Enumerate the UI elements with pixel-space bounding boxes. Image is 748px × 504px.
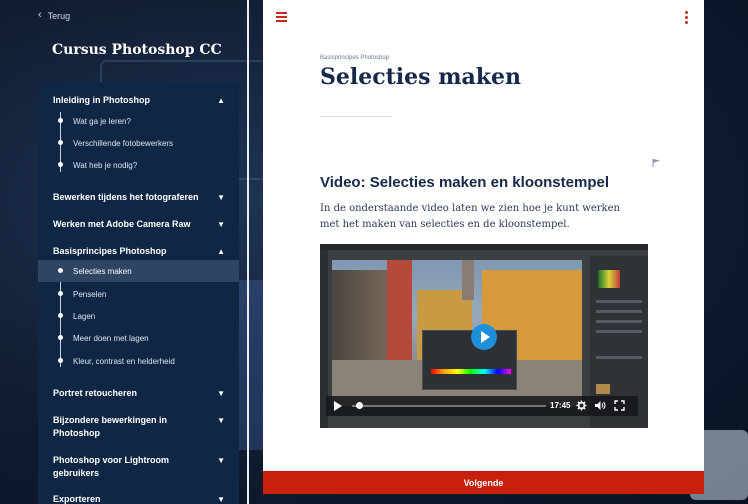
nav-section-camera-raw[interactable]: Werken met Adobe Camera Raw ▼ bbox=[53, 218, 239, 231]
nav-item-selecties-maken[interactable]: Selecties maken bbox=[38, 260, 239, 282]
chevron-down-icon: ▼ bbox=[217, 389, 225, 398]
sidebar-divider bbox=[247, 0, 249, 504]
nav-item-meer-doen-met-lagen[interactable]: Meer doen met lagen bbox=[38, 327, 239, 349]
fullscreen-icon[interactable] bbox=[614, 400, 625, 411]
chevron-up-icon: ▲ bbox=[217, 96, 225, 105]
video-building bbox=[387, 260, 412, 370]
nav-item-penselen[interactable]: Penselen bbox=[38, 283, 239, 305]
nav-item-label: Kleur, contrast en helderheid bbox=[73, 356, 175, 366]
nav-section-label: Bijzondere bewerkingen in Photoshop bbox=[53, 415, 168, 438]
breadcrumb: Basisprincipes Photoshop bbox=[320, 55, 390, 61]
nav-section-label: Bewerken tijdens het fotograferen bbox=[53, 192, 199, 202]
video-progress-knob[interactable] bbox=[355, 402, 363, 409]
nav-item-kleur-contrast[interactable]: Kleur, contrast en helderheid bbox=[38, 350, 239, 372]
nav-section-label: Exporteren bbox=[53, 494, 101, 504]
video-layer-thumb bbox=[596, 384, 610, 394]
course-nav: Inleiding in Photoshop ▲ Wat ga je leren… bbox=[38, 82, 239, 504]
nav-item-wat-heb-je-nodig[interactable]: Wat heb je nodig? bbox=[38, 154, 239, 176]
play-icon[interactable] bbox=[334, 401, 342, 411]
chevron-up-icon: ▲ bbox=[217, 247, 225, 256]
nav-item-lagen[interactable]: Lagen bbox=[38, 305, 239, 327]
next-button[interactable]: Volgende bbox=[263, 471, 704, 494]
video-duration: 17:45 bbox=[550, 401, 571, 410]
title-divider bbox=[320, 116, 392, 117]
chevron-down-icon: ▼ bbox=[217, 220, 225, 229]
nav-item-label: Lagen bbox=[73, 311, 96, 321]
volume-icon[interactable] bbox=[594, 400, 606, 411]
section-title: Video: Selecties maken en kloonstempel bbox=[320, 174, 609, 191]
nav-section-bijzondere[interactable]: Bijzondere bewerkingen in Photoshop ▼ bbox=[53, 414, 225, 440]
nav-section-basisprincipes[interactable]: Basisprincipes Photoshop ▲ bbox=[53, 245, 239, 258]
nav-section-lightroom[interactable]: Photoshop voor Lightroom gebruikers ▼ bbox=[53, 454, 225, 480]
nav-item-label: Verschillende fotobewerkers bbox=[73, 138, 174, 148]
nav-item-fotobewerkers[interactable]: Verschillende fotobewerkers bbox=[38, 132, 239, 154]
nav-section-label: Portret retoucheren bbox=[53, 388, 138, 398]
nav-section-exporteren[interactable]: Exporteren ▼ bbox=[53, 493, 239, 504]
menu-icon[interactable] bbox=[276, 12, 287, 22]
nav-section-label: Inleiding in Photoshop bbox=[53, 95, 150, 105]
chevron-down-icon: ▼ bbox=[217, 193, 225, 202]
nav-section-label: Werken met Adobe Camera Raw bbox=[53, 219, 191, 229]
bullet-icon bbox=[58, 313, 63, 318]
nav-section-label: Basisprincipes Photoshop bbox=[53, 246, 167, 256]
gear-icon[interactable] bbox=[576, 400, 587, 411]
play-icon bbox=[481, 331, 490, 343]
chevron-down-icon: ▼ bbox=[217, 456, 225, 465]
intro-text: In de onderstaande video laten we zien h… bbox=[320, 203, 620, 230]
chevron-down-icon: ▼ bbox=[217, 495, 225, 504]
video-dialog bbox=[422, 330, 517, 390]
nav-section-label: Photoshop voor Lightroom gebruikers bbox=[53, 455, 169, 478]
more-vertical-icon[interactable] bbox=[685, 11, 689, 26]
bullet-icon bbox=[58, 118, 63, 123]
video-frame bbox=[332, 260, 582, 406]
lesson-content: Basisprincipes Photoshop Selecties maken… bbox=[263, 0, 704, 494]
bullet-icon bbox=[58, 358, 63, 363]
nav-item-label: Meer doen met lagen bbox=[73, 333, 149, 343]
back-link[interactable]: ‹ Terug bbox=[38, 10, 70, 21]
video-progress-bar[interactable] bbox=[352, 405, 546, 407]
nav-item-label: Wat heb je nodig? bbox=[73, 160, 138, 170]
sidebar: ‹ Terug Cursus Photoshop CC Inleiding in… bbox=[0, 0, 248, 504]
bullet-icon bbox=[58, 162, 63, 167]
bullet-icon bbox=[58, 291, 63, 296]
flag-icon[interactable] bbox=[652, 158, 662, 168]
bullet-icon bbox=[58, 268, 63, 273]
video-histogram bbox=[598, 270, 620, 288]
video-tower bbox=[462, 260, 474, 300]
bullet-icon bbox=[58, 140, 63, 145]
bullet-icon bbox=[58, 335, 63, 340]
nav-item-label: Wat ga je leren? bbox=[73, 116, 131, 126]
nav-item-label: Penselen bbox=[73, 289, 107, 299]
chevron-left-icon: ‹ bbox=[38, 9, 42, 21]
video-player[interactable]: 17:45 bbox=[320, 244, 648, 428]
nav-item-wat-ga-je-leren[interactable]: Wat ga je leren? bbox=[38, 110, 239, 132]
page-title: Selecties maken bbox=[320, 64, 521, 90]
play-button[interactable] bbox=[471, 324, 497, 350]
nav-section-portret[interactable]: Portret retoucheren ▼ bbox=[53, 387, 239, 400]
course-title: Cursus Photoshop CC bbox=[52, 42, 222, 58]
nav-section-bewerken[interactable]: Bewerken tijdens het fotograferen ▼ bbox=[53, 191, 239, 204]
nav-item-label: Selecties maken bbox=[73, 266, 132, 276]
video-controls: 17:45 bbox=[326, 396, 638, 416]
back-label: Terug bbox=[47, 10, 71, 21]
nav-section-inleiding[interactable]: Inleiding in Photoshop ▲ bbox=[53, 94, 239, 107]
video-app-menubar bbox=[320, 244, 648, 250]
chevron-down-icon: ▼ bbox=[217, 416, 225, 425]
